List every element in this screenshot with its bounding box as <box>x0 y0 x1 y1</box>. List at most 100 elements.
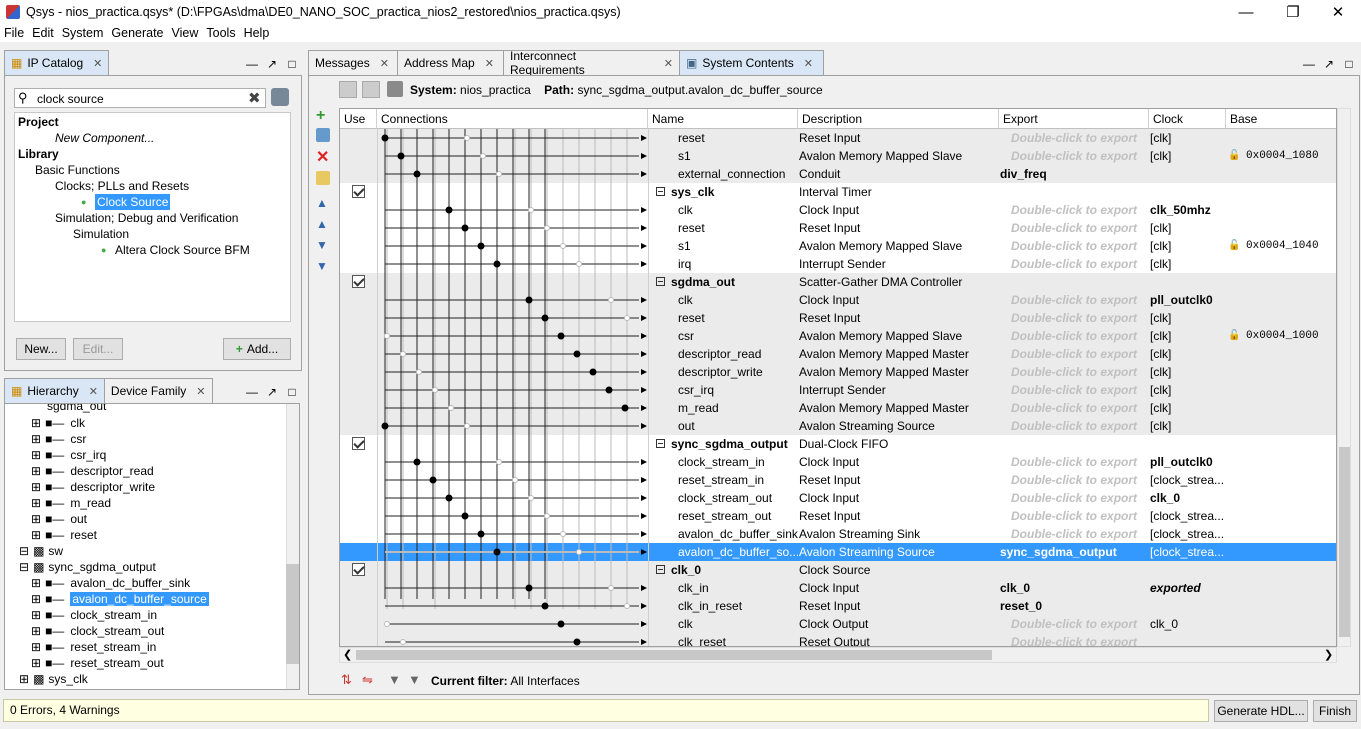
row-clock[interactable]: [clock_strea... <box>1150 471 1224 489</box>
tree-item-sync[interactable]: ⊟ ▩ sync_sgdma_output <box>19 559 156 575</box>
tree-item[interactable]: ⊞ ■— avalon_dc_buffer_source <box>31 591 209 607</box>
row-clock[interactable]: [clk] <box>1150 147 1224 165</box>
row-clock[interactable]: [clock_strea... <box>1150 543 1224 561</box>
row-export-placeholder[interactable]: Double-click to export <box>1011 633 1148 646</box>
add-component-icon[interactable] <box>316 128 330 142</box>
row-name[interactable]: clk_in_reset <box>678 597 798 615</box>
row-export-placeholder[interactable]: Double-click to export <box>1011 147 1148 165</box>
row-name[interactable]: avalon_dc_buffer_so... <box>678 543 798 561</box>
row-clock[interactable]: [clk] <box>1150 129 1224 147</box>
row-export-placeholder[interactable]: Double-click to export <box>1011 327 1148 345</box>
settings-gear-icon[interactable] <box>271 88 289 106</box>
use-checkbox[interactable] <box>352 275 365 288</box>
tab-messages[interactable]: Messages ✕ <box>308 50 398 75</box>
use-checkbox[interactable] <box>352 563 365 576</box>
row-export[interactable]: sync_sgdma_output <box>1000 543 1148 561</box>
row-export-placeholder[interactable]: Double-click to export <box>1011 399 1148 417</box>
col-description[interactable]: Description <box>798 109 999 129</box>
tree-item[interactable]: ⊞ ■— avalon_dc_buffer_sink <box>31 575 190 591</box>
row-clock[interactable]: [clk] <box>1150 345 1224 363</box>
minimize-icon[interactable]: — <box>1223 0 1269 24</box>
row-clock[interactable]: [clk] <box>1150 255 1224 273</box>
lock-icon[interactable]: 🔓 <box>1228 327 1240 345</box>
menu-file[interactable]: File <box>0 26 28 40</box>
tree-item[interactable]: ⊞ ■— m_read <box>31 495 111 511</box>
col-connections[interactable]: Connections <box>377 109 648 129</box>
menu-system[interactable]: System <box>58 26 108 40</box>
tree-item[interactable]: ⊞ ■— clk <box>31 415 85 431</box>
tree-clock-source[interactable]: Clock Source <box>95 194 171 210</box>
hide-signals-icon[interactable]: ⇋ <box>362 672 373 688</box>
tree-basic-functions[interactable]: Basic Functions <box>35 162 120 178</box>
generate-hdl-button[interactable]: Generate HDL... <box>1214 700 1308 722</box>
vscroll-thumb[interactable] <box>1339 447 1350 637</box>
tree-new-component[interactable]: New Component... <box>55 130 154 146</box>
detach-panel-icon[interactable]: ↗ <box>265 385 279 399</box>
maximize-icon[interactable]: ❐ <box>1270 0 1316 24</box>
lock-icon[interactable]: 🔓 <box>1228 237 1240 255</box>
move-bottom-icon[interactable]: ▼ <box>316 259 328 273</box>
row-export-placeholder[interactable]: Double-click to export <box>1011 345 1148 363</box>
tree-item[interactable]: ⊞ ■— csr_irq <box>31 447 106 463</box>
row-name[interactable]: clock_stream_in <box>678 453 798 471</box>
row-clock[interactable]: pll_outclk0 <box>1150 291 1224 309</box>
row-clock[interactable]: [clk] <box>1150 219 1224 237</box>
collapse-icon[interactable] <box>656 277 665 287</box>
row-name[interactable]: s1 <box>678 147 798 165</box>
row-clock[interactable]: [clock_strea... <box>1150 525 1224 543</box>
row-clock[interactable]: exported <box>1150 579 1224 597</box>
row-name[interactable]: clk_in <box>678 579 798 597</box>
row-clock[interactable]: clk_0 <box>1150 489 1224 507</box>
row-name[interactable]: clock_stream_out <box>678 489 798 507</box>
tree-simulation[interactable]: Simulation <box>73 226 129 242</box>
row-clock[interactable]: [clk] <box>1150 381 1224 399</box>
hierarchy-scroll-thumb[interactable] <box>286 564 299 664</box>
finish-button[interactable]: Finish <box>1313 700 1357 722</box>
row-name[interactable]: avalon_dc_buffer_sink <box>678 525 798 543</box>
edit-button[interactable]: Edit... <box>73 338 123 360</box>
row-export-placeholder[interactable]: Double-click to export <box>1011 129 1148 147</box>
col-clock[interactable]: Clock <box>1149 109 1226 129</box>
new-button[interactable]: New... <box>16 338 66 360</box>
tab-device-family[interactable]: Device Family ✕ <box>103 378 213 403</box>
tree-sim-group[interactable]: Simulation; Debug and Verification <box>55 210 238 226</box>
minimize-panel-icon[interactable]: — <box>1302 57 1316 71</box>
row-name[interactable]: clk_0 <box>656 561 798 579</box>
tree-bfm[interactable]: Altera Clock Source BFM <box>115 242 250 258</box>
row-name[interactable]: descriptor_read <box>678 345 798 363</box>
tree-item[interactable]: ⊞ ■— out <box>31 511 87 527</box>
row-export-placeholder[interactable]: Double-click to export <box>1011 255 1148 273</box>
maximize-panel-icon[interactable]: □ <box>285 57 299 71</box>
menu-edit[interactable]: Edit <box>28 26 58 40</box>
scroll-right-icon[interactable]: ❯ <box>1324 648 1333 661</box>
row-export-placeholder[interactable]: Double-click to export <box>1011 201 1148 219</box>
row-name[interactable]: reset <box>678 309 798 327</box>
row-name[interactable]: sync_sgdma_output <box>656 435 798 453</box>
menu-tools[interactable]: Tools <box>202 26 239 40</box>
col-base[interactable]: Base <box>1226 109 1336 129</box>
row-clock[interactable]: [clk] <box>1150 399 1224 417</box>
tab-ip-catalog[interactable]: ▦ IP Catalog ✕ <box>4 50 110 75</box>
row-base[interactable]: 0x0004_1040 <box>1246 237 1336 255</box>
maximize-panel-icon[interactable]: □ <box>285 385 299 399</box>
tab-system-contents[interactable]: ▣ System Contents ✕ <box>679 50 824 75</box>
remove-icon[interactable]: ✕ <box>316 147 329 167</box>
row-name[interactable]: out <box>678 417 798 435</box>
tree-project[interactable]: Project <box>18 114 59 130</box>
row-name[interactable]: clk_reset <box>678 633 798 646</box>
detach-panel-icon[interactable]: ↗ <box>265 57 279 71</box>
row-clock[interactable]: [clk] <box>1150 327 1224 345</box>
row-name[interactable]: descriptor_write <box>678 363 798 381</box>
collapse-icon[interactable] <box>656 187 665 197</box>
row-export-placeholder[interactable]: Double-click to export <box>1011 363 1148 381</box>
search-box[interactable]: ⚲ clock source ✖ <box>14 88 266 108</box>
add-button[interactable]: + Add... <box>223 338 291 360</box>
row-export-placeholder[interactable]: Double-click to export <box>1011 525 1148 543</box>
row-export-placeholder[interactable]: Double-click to export <box>1011 489 1148 507</box>
row-export-placeholder[interactable]: Double-click to export <box>1011 381 1148 399</box>
show-signals-icon[interactable]: ⇅ <box>341 672 352 688</box>
tree-item[interactable]: ⊞ ■— descriptor_write <box>31 479 155 495</box>
add-connection-icon[interactable]: + <box>316 107 325 125</box>
row-name[interactable]: reset <box>678 219 798 237</box>
col-export[interactable]: Export <box>999 109 1149 129</box>
